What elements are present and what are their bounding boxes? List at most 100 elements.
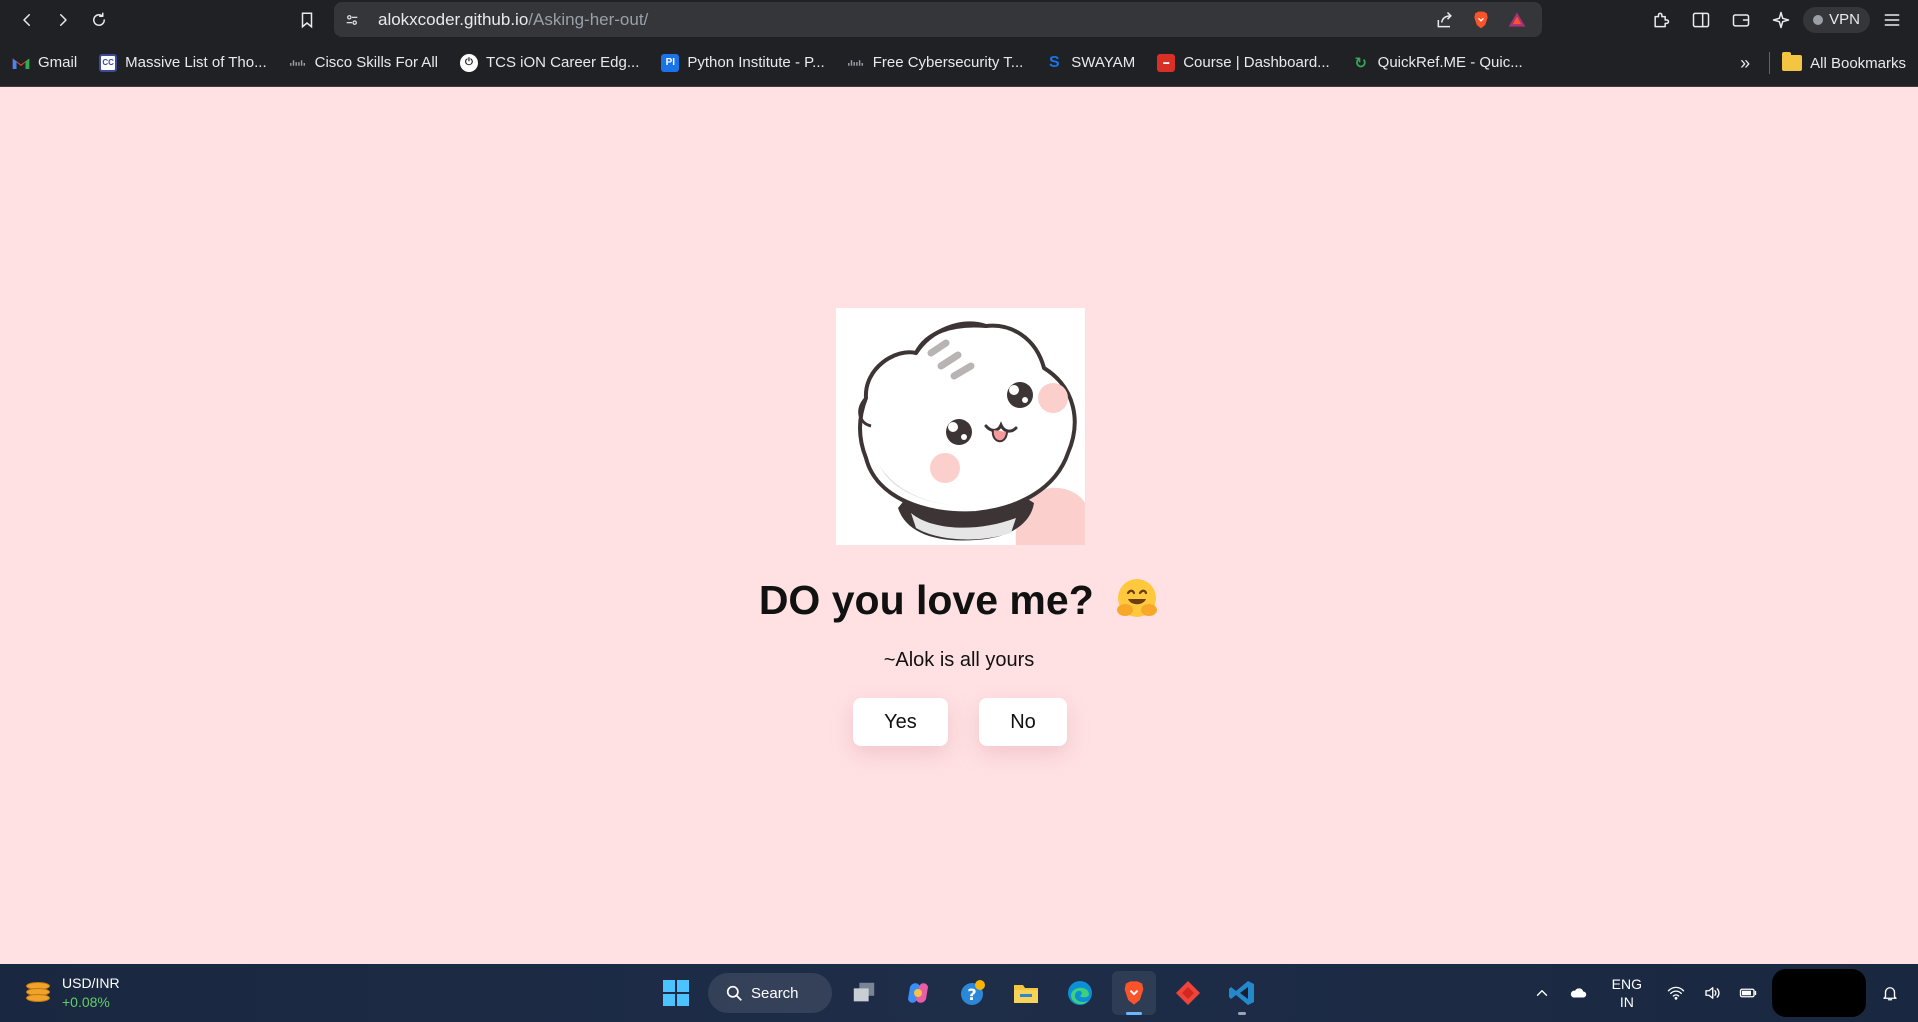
sidebar-icon	[1692, 12, 1710, 27]
bookmark-label: TCS iON Career Edg...	[485, 54, 640, 71]
tune-icon	[346, 14, 358, 25]
address-bar-actions	[1430, 2, 1542, 37]
tcs-icon: ⏻	[459, 53, 478, 72]
wifi-button[interactable]	[1664, 981, 1688, 1005]
vpn-status-icon	[1813, 14, 1824, 25]
quickref-icon: ↻	[1354, 54, 1367, 72]
taskbar-search[interactable]: Search	[708, 973, 832, 1013]
notifications-button[interactable]	[1878, 981, 1902, 1005]
anydesk-icon	[1176, 981, 1200, 1005]
cisco-icon	[847, 54, 865, 72]
brave-lion-icon	[1124, 981, 1144, 1005]
edge-button[interactable]	[1058, 971, 1102, 1015]
currency-change: +0.08%	[62, 994, 110, 1010]
puzzle-icon	[1654, 12, 1670, 27]
forward-button[interactable]	[45, 0, 81, 39]
brave-taskbar-button[interactable]	[1112, 971, 1156, 1015]
task-view-button[interactable]	[842, 971, 886, 1015]
wallet-button[interactable]	[1723, 2, 1759, 38]
extensions-button[interactable]	[1643, 2, 1679, 38]
bookmark-page-button[interactable]	[292, 0, 322, 39]
bookmark-label: Cisco Skills For All	[314, 54, 438, 71]
course-icon: ▬	[1157, 53, 1176, 72]
no-button[interactable]: No	[979, 698, 1067, 746]
redacted-clock[interactable]	[1772, 969, 1866, 1017]
bookmark-cisco-skills[interactable]: Cisco Skills For All	[289, 54, 438, 72]
bookmark-label: Gmail	[38, 54, 78, 71]
leo-ai-button[interactable]	[1763, 2, 1799, 38]
yes-button[interactable]: Yes	[853, 698, 948, 746]
currency-widget[interactable]: USD/INR +0.08%	[22, 974, 120, 1012]
start-button[interactable]	[654, 971, 698, 1015]
bell-icon	[1883, 987, 1897, 1001]
vpn-button[interactable]: VPN	[1803, 6, 1870, 33]
search-label: Search	[751, 984, 799, 1002]
wallet-icon	[1732, 13, 1750, 27]
volume-button[interactable]	[1700, 981, 1724, 1005]
show-hidden-icons-button[interactable]	[1530, 981, 1554, 1005]
bookmark-label: Course | Dashboard...	[1183, 54, 1330, 71]
vscode-icon	[1229, 981, 1254, 1005]
gmail-icon	[12, 54, 30, 72]
onedrive-button[interactable]	[1566, 981, 1590, 1005]
bookmark-python-institute[interactable]: PI Python Institute - P...	[661, 53, 825, 72]
url-host: alokxcoder.github.io	[378, 9, 529, 29]
double-chevron-icon: »	[1740, 52, 1751, 73]
currency-widget-text: USD/INR +0.08%	[62, 974, 120, 1012]
hugging-face-emoji-icon	[1117, 579, 1158, 617]
bookmarks-bar-right: » All Bookmarks	[1727, 39, 1918, 87]
input-language-button[interactable]: ENG IN	[1612, 975, 1642, 1011]
python-institute-icon: PI	[661, 53, 680, 72]
search-icon	[726, 985, 742, 1001]
reload-icon	[93, 12, 105, 26]
menu-button[interactable]	[1874, 2, 1910, 38]
brave-rewards-button[interactable]	[1502, 5, 1532, 35]
anydesk-button[interactable]	[1166, 971, 1210, 1015]
help-icon: ?	[961, 980, 985, 1005]
bookmark-label: Free Cybersecurity T...	[872, 54, 1024, 71]
reload-button[interactable]	[81, 0, 117, 39]
chevron-up-icon	[1536, 990, 1547, 996]
bookmark-course-dashboard[interactable]: ▬ Course | Dashboard...	[1157, 53, 1330, 72]
bookmark-label: Massive List of Tho...	[125, 54, 267, 71]
taskbar-apps: Search ?	[654, 971, 1264, 1015]
bookmark-tcs-ion[interactable]: ⏻ TCS iON Career Edg...	[459, 53, 640, 72]
page-subtitle: ~Alok is all yours	[883, 649, 1035, 671]
sparkle-icon	[1772, 11, 1790, 28]
page-title: DO you love me?	[0, 576, 1918, 624]
bookmark-label: SWAYAM	[1071, 54, 1136, 71]
file-explorer-button[interactable]	[1004, 971, 1048, 1015]
vpn-label: VPN	[1829, 11, 1860, 28]
active-indicator	[1126, 1012, 1142, 1015]
address-bar[interactable]: alokxcoder.github.io/Asking-her-out/	[334, 2, 1542, 37]
cc-icon: CC	[99, 53, 118, 72]
bookmark-free-cybersecurity[interactable]: Free Cybersecurity T...	[847, 54, 1024, 72]
battery-button[interactable]	[1736, 981, 1760, 1005]
cat-illustration	[858, 321, 1085, 545]
share-button[interactable]	[1430, 5, 1460, 35]
url-path: /Asking-her-out/	[528, 9, 649, 29]
sidebar-button[interactable]	[1683, 2, 1719, 38]
cloud-icon	[1570, 988, 1586, 998]
swayam-icon: S	[1048, 53, 1060, 71]
bookmark-massive-list[interactable]: CC Massive List of Tho...	[99, 53, 267, 72]
site-info-button[interactable]	[334, 2, 370, 37]
copilot-button[interactable]	[896, 971, 940, 1015]
more-bookmarks-button[interactable]: »	[1727, 45, 1763, 81]
get-help-button[interactable]: ?	[950, 971, 994, 1015]
browser-toolbar: alokxcoder.github.io/Asking-her-out/ VPN	[0, 0, 1918, 39]
vscode-button[interactable]	[1220, 971, 1264, 1015]
bookmark-quickref[interactable]: ↻ QuickRef.ME - Quic...	[1352, 54, 1522, 72]
title-text: DO you love me?	[758, 577, 1094, 623]
back-button[interactable]	[9, 0, 45, 39]
windows-logo-icon	[663, 980, 689, 1006]
brave-shields-button[interactable]	[1466, 5, 1496, 35]
url-text[interactable]: alokxcoder.github.io/Asking-her-out/	[378, 10, 648, 30]
bookmark-swayam[interactable]: S SWAYAM	[1045, 54, 1135, 72]
back-arrow-icon	[23, 13, 30, 26]
forward-arrow-icon	[60, 13, 67, 26]
toolbar-actions: VPN	[1643, 0, 1918, 39]
system-tray: ENG IN	[1530, 964, 1918, 1022]
all-bookmarks-button[interactable]: All Bookmarks	[1782, 52, 1918, 72]
bookmark-gmail[interactable]: Gmail	[12, 54, 77, 72]
